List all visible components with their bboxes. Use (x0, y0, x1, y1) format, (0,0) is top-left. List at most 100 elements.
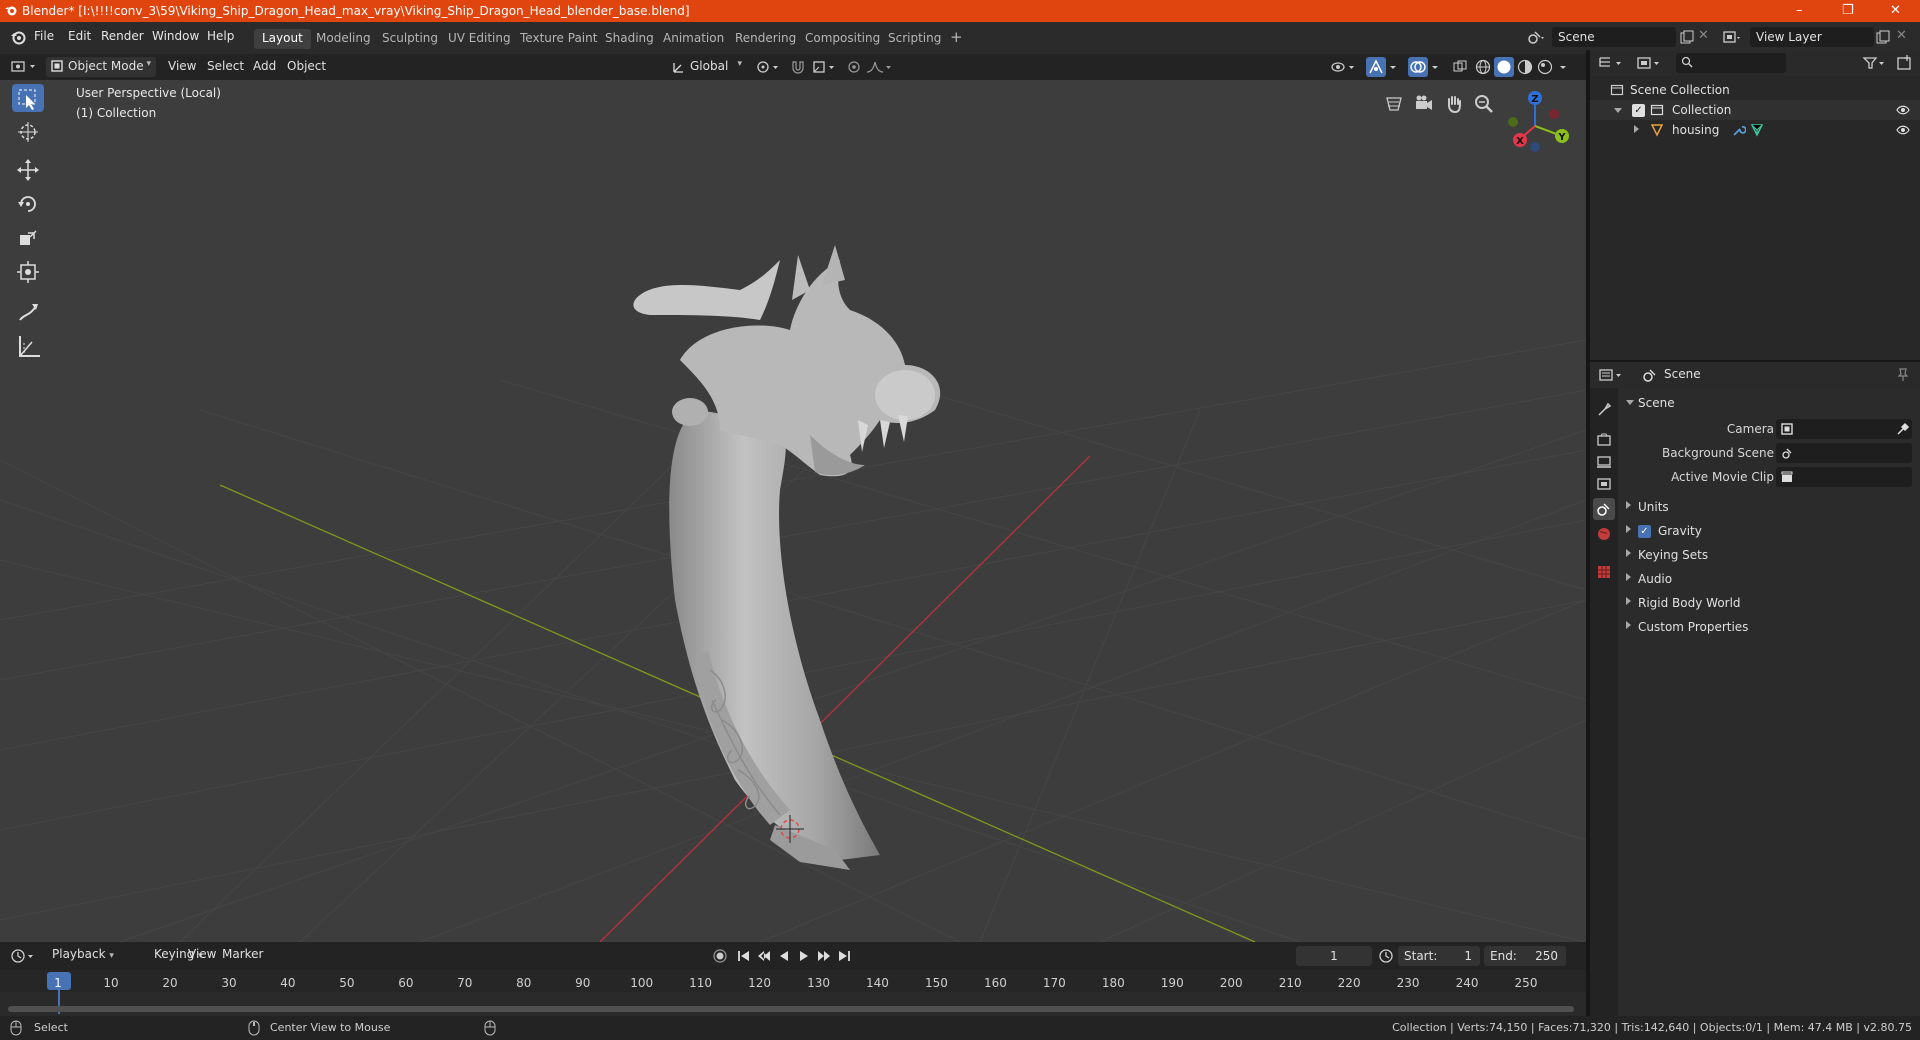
render-tab-icon[interactable] (1596, 432, 1612, 448)
navigation-gizmo[interactable]: Z Y X (1500, 84, 1580, 164)
3d-viewport[interactable]: User Perspective (Local) (1) Collection … (0, 80, 1586, 942)
jump-to-end-icon[interactable] (836, 948, 852, 964)
menu-help[interactable]: Help (207, 29, 234, 43)
timeline-scrollbar[interactable] (8, 1006, 1574, 1012)
gravity-panel-header[interactable]: ✓ Gravity (1618, 520, 1920, 542)
active-movie-clip-field[interactable] (1776, 467, 1912, 487)
preview-range-clock-icon[interactable] (1378, 948, 1394, 964)
shading-dropdown-icon[interactable] (1558, 59, 1570, 75)
rigid-body-world-panel-header[interactable]: Rigid Body World (1618, 592, 1920, 614)
minimize-button[interactable]: – (1796, 3, 1803, 18)
expand-arrow-icon[interactable] (1614, 108, 1622, 113)
workspace-tab-rendering[interactable]: Rendering (727, 29, 804, 49)
snap-toggle-icon[interactable] (790, 59, 806, 75)
rendered-shading-icon[interactable] (1536, 58, 1554, 76)
workspace-tab-scripting[interactable]: Scripting (880, 29, 949, 49)
maximize-button[interactable]: ❐ (1842, 3, 1854, 18)
viewport-menu-add[interactable]: Add (247, 57, 282, 77)
viewport-menu-view[interactable]: View (162, 57, 202, 77)
proportional-falloff-icon[interactable] (866, 59, 894, 75)
menu-file[interactable]: File (34, 29, 54, 43)
tool-tab-icon[interactable] (1596, 402, 1612, 418)
custom-properties-panel-header[interactable]: Custom Properties (1618, 616, 1920, 638)
viewport-menu-select[interactable]: Select (201, 57, 250, 77)
jump-to-keyframe-forward-icon[interactable] (816, 948, 832, 964)
background-scene-field[interactable] (1776, 443, 1912, 463)
solid-shading-icon[interactable] (1494, 57, 1514, 77)
selectability-visibility-icon[interactable] (1330, 59, 1358, 75)
move-tool-icon[interactable] (12, 156, 44, 184)
pivot-point-icon[interactable] (756, 59, 782, 75)
camera-view-icon[interactable] (1412, 92, 1436, 116)
end-frame-field[interactable]: End: 250 (1484, 946, 1566, 966)
timeline-area[interactable]: 1 10 20 30 40 50 60 70 80 90 100 110 120 130 140 150 160… (0, 970, 1586, 1016)
audio-panel-header[interactable]: Audio (1618, 568, 1920, 590)
jump-to-keyframe-back-icon[interactable] (756, 948, 772, 964)
display-mode-icon[interactable] (1636, 55, 1666, 71)
world-tab-icon[interactable] (1596, 526, 1612, 542)
workspace-tab-compositing[interactable]: Compositing (797, 29, 888, 49)
blender-menu-icon[interactable] (10, 30, 26, 46)
filter-icon[interactable] (1862, 55, 1888, 71)
transform-tool-icon[interactable] (12, 258, 44, 286)
material-preview-shading-icon[interactable] (1516, 58, 1534, 76)
new-scene-icon[interactable] (1680, 30, 1694, 44)
camera-field[interactable] (1776, 419, 1912, 439)
xray-toggle-icon[interactable] (1452, 59, 1468, 75)
timeline-menu-marker[interactable]: Marker (216, 945, 269, 965)
select-box-tool-icon[interactable] (12, 84, 44, 112)
gizmo-toggle-icon[interactable] (1366, 57, 1386, 77)
transform-orientation-dropdown[interactable]: Global ▾ (668, 57, 746, 77)
add-workspace-button[interactable]: + (942, 26, 971, 46)
output-tab-icon[interactable] (1596, 454, 1612, 470)
gizmo-dropdown-icon[interactable] (1388, 59, 1400, 75)
play-icon[interactable] (796, 948, 812, 964)
toggle-camera-view-icon[interactable] (1382, 92, 1406, 116)
jump-to-start-icon[interactable] (736, 948, 752, 964)
scene-name-field[interactable]: Scene (1552, 27, 1676, 47)
modifier-wrench-icon[interactable] (1732, 123, 1746, 137)
pin-icon[interactable] (1896, 367, 1910, 383)
outliner-row-scene-collection[interactable]: Scene Collection (1590, 80, 1920, 100)
workspace-tab-animation[interactable]: Animation (655, 29, 732, 49)
current-frame-field[interactable]: 1 (1296, 946, 1372, 966)
close-window-button[interactable]: ✕ (1890, 3, 1901, 18)
annotate-tool-icon[interactable] (12, 298, 44, 326)
outliner-row-collection[interactable]: ✓ Collection (1590, 100, 1920, 120)
timeline-editor-type-icon[interactable] (10, 947, 40, 965)
editor-type-icon[interactable] (10, 59, 40, 75)
eye-icon[interactable] (1896, 124, 1910, 136)
proportional-editing-icon[interactable] (846, 59, 862, 75)
keying-sets-panel-header[interactable]: Keying Sets (1618, 544, 1920, 566)
workspace-tab-layout[interactable]: Layout (254, 29, 311, 49)
gravity-checkbox[interactable]: ✓ (1638, 525, 1651, 538)
measure-tool-icon[interactable] (12, 332, 44, 360)
expand-arrow-icon[interactable] (1634, 125, 1639, 133)
cursor-tool-icon[interactable] (12, 118, 44, 146)
remove-view-layer-icon[interactable]: ✕ (1896, 28, 1907, 43)
zoom-view-icon[interactable] (1472, 92, 1496, 116)
units-panel-header[interactable]: Units (1618, 496, 1920, 518)
snap-element-icon[interactable] (812, 59, 838, 75)
workspace-tab-sculpting[interactable]: Sculpting (374, 29, 446, 49)
start-frame-field[interactable]: Start: 1 (1398, 946, 1480, 966)
object-mode-dropdown[interactable]: Object Mode ▾ (46, 57, 156, 77)
overlays-toggle-icon[interactable] (1408, 57, 1428, 77)
view-layer-name-field[interactable]: View Layer (1750, 27, 1874, 47)
scene-tab-icon[interactable] (1593, 498, 1615, 520)
workspace-tab-modeling[interactable]: Modeling (308, 29, 379, 49)
record-button-icon[interactable] (712, 948, 728, 964)
viewport-menu-object[interactable]: Object (281, 57, 332, 77)
scale-tool-icon[interactable] (12, 224, 44, 252)
eyedropper-icon[interactable] (1896, 422, 1910, 436)
pan-view-hand-icon[interactable] (1442, 92, 1466, 116)
workspace-tab-shading[interactable]: Shading (597, 29, 662, 49)
new-collection-icon[interactable] (1896, 54, 1914, 72)
workspace-tab-uv-editing[interactable]: UV Editing (440, 29, 519, 49)
view-layer-browse-icon[interactable] (1722, 29, 1742, 47)
texture-tab-icon[interactable] (1596, 564, 1612, 580)
menu-render[interactable]: Render (101, 29, 144, 43)
mesh-data-icon[interactable] (1750, 123, 1764, 137)
outliner-search-input[interactable] (1676, 53, 1786, 73)
new-view-layer-icon[interactable] (1876, 30, 1890, 44)
